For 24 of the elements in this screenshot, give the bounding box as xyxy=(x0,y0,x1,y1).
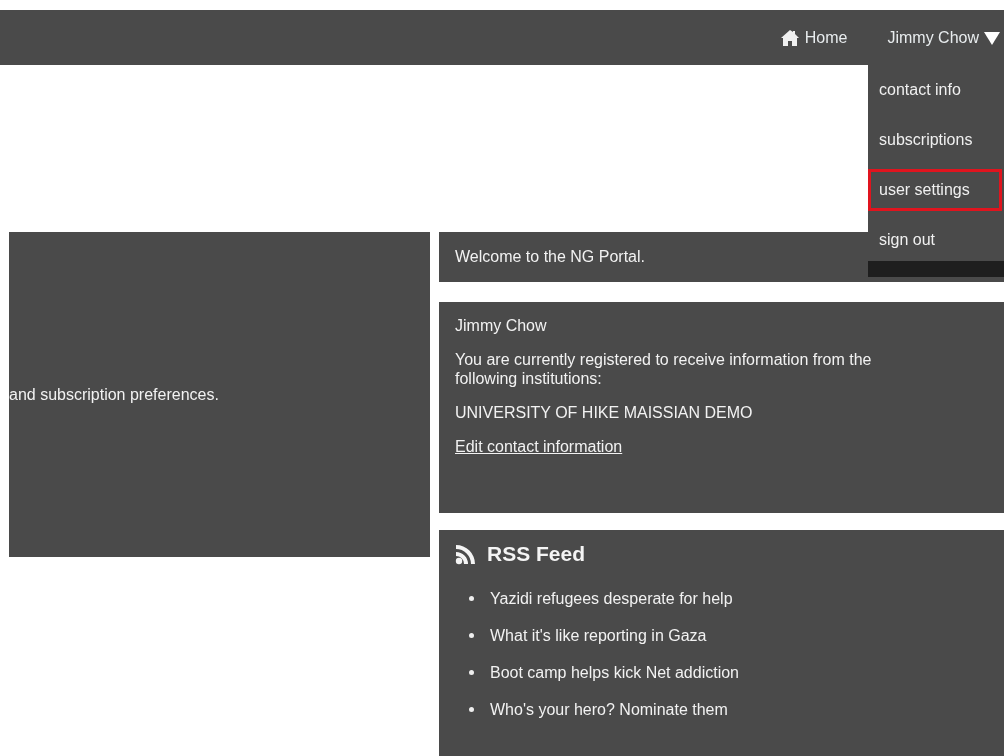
menu-item[interactable]: contact info xyxy=(868,69,1002,111)
institution-name: UNIVERSITY OF HIKE MAISSIAN DEMO xyxy=(455,403,754,422)
feed-link[interactable]: What it's like reporting in Gaza xyxy=(490,626,707,645)
rss-icon xyxy=(455,543,477,565)
bullet-icon xyxy=(469,707,474,712)
user-name: Jimmy Chow xyxy=(455,316,548,335)
bullet-icon xyxy=(469,596,474,601)
menu-item[interactable]: sign out xyxy=(868,219,1002,261)
feed-link[interactable]: Yazidi refugees desperate for help xyxy=(490,589,733,608)
welcome-text: Welcome to the NG Portal. xyxy=(455,248,645,266)
bullet-icon xyxy=(469,633,474,638)
edit-contact-link[interactable]: Edit contact information xyxy=(455,438,623,455)
home-link[interactable]: Home xyxy=(780,28,848,47)
rss-title: RSS Feed xyxy=(487,542,586,566)
registration-message: You are currently registered to receive information from the following institutions: xyxy=(455,350,873,388)
feed-link[interactable]: Boot camp helps kick Net addiction xyxy=(490,663,739,682)
feed-link[interactable]: Who's your hero? Nominate them xyxy=(490,700,728,719)
bullet-icon xyxy=(469,670,474,675)
user-menu-button[interactable]: Jimmy Chow xyxy=(887,28,1000,47)
home-icon xyxy=(780,29,799,46)
menu-item[interactable]: user settings xyxy=(868,169,1002,211)
intro-text: and subscription preferences. xyxy=(9,385,219,404)
menu-item[interactable]: subscriptions xyxy=(868,119,1002,161)
caret-icon xyxy=(984,30,1000,45)
